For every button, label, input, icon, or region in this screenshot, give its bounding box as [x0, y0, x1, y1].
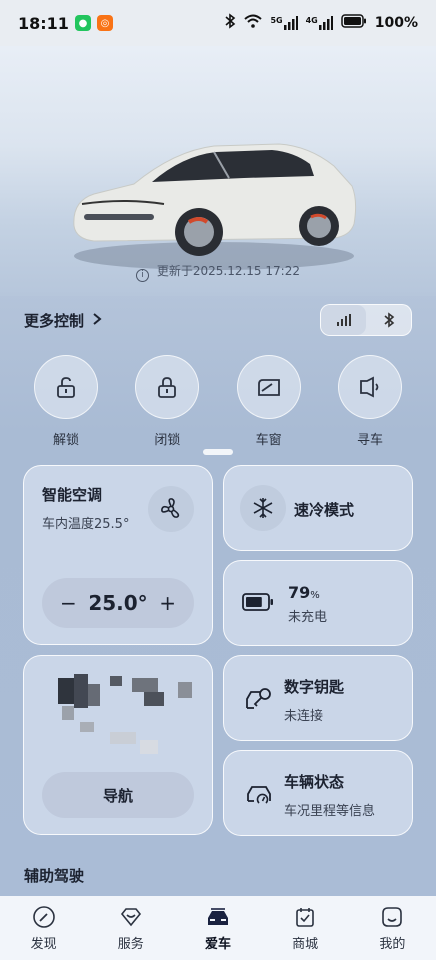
unlock-icon[interactable] [34, 355, 98, 419]
quick-action-label: 车窗 [255, 433, 282, 448]
bluetooth-icon [224, 13, 236, 33]
hero-area [0, 46, 436, 296]
clock: 18:11 [18, 13, 69, 33]
quick-action-lock[interactable]: 闭锁 [121, 355, 213, 448]
chevron-right-icon [92, 312, 102, 330]
app-notification-icon: ◎ [96, 15, 113, 31]
wechat-icon: ● [74, 15, 91, 31]
vehicle-status-card[interactable]: 车辆状态 车况里程等信息 [223, 750, 413, 836]
snowflake-icon [240, 485, 286, 531]
find-car-icon[interactable] [337, 355, 402, 419]
battery-percent-value: 79 [288, 583, 311, 602]
status-bar: 18:11 ● ◎ 5G 4G 100% [0, 0, 436, 46]
update-time-row: i 更新于2025.12.15 17:22 [0, 262, 436, 282]
quick-action-label: 闭锁 [154, 433, 181, 448]
compass-icon [32, 905, 55, 928]
vehicle-status-subtitle: 车况里程等信息 [284, 804, 376, 819]
tab-label: 我的 [379, 936, 406, 952]
tab-label: 爱车 [204, 936, 231, 952]
bottom-tab-bar: 发现 服务 爱车 商城 我的 [0, 896, 436, 960]
fan-icon[interactable] [148, 486, 194, 532]
fast-cool-title: 速冷模式 [294, 501, 355, 519]
vehicle-status-title: 车辆状态 [284, 773, 345, 791]
fast-cool-card[interactable]: 速冷模式 [223, 465, 413, 551]
quick-action-label: 解锁 [52, 433, 79, 448]
car-image[interactable] [64, 106, 364, 276]
info-icon: i [136, 269, 150, 282]
map-preview [40, 670, 200, 765]
vehicle-status-icon [247, 786, 271, 804]
climate-card[interactable]: 智能空调 车内温度25.5° − 25.0° + [23, 465, 213, 645]
quick-action-label: 寻车 [356, 433, 383, 448]
more-controls-link[interactable]: 更多控制 [24, 310, 102, 331]
charging-status: 未充电 [288, 610, 328, 625]
assisted-driving-heading: 辅助驾驶 [24, 867, 85, 885]
temperature-increase-button[interactable]: + [159, 591, 176, 615]
battery-level-icon [242, 593, 273, 611]
climate-subtitle: 车内温度25.5° [42, 517, 130, 532]
digital-key-status: 未连接 [284, 709, 324, 724]
page-indicator [203, 449, 233, 455]
bluetooth-toggle-icon[interactable] [366, 305, 411, 335]
mall-icon [296, 907, 314, 927]
navigation-card[interactable]: 导航 [23, 655, 213, 835]
profile-icon [382, 906, 403, 927]
tab-my-car[interactable]: 爱车 [188, 905, 248, 952]
car-icon [207, 907, 228, 925]
wifi-icon [244, 14, 263, 32]
tab-service[interactable]: 服务 [101, 905, 161, 952]
quick-action-window[interactable]: 车窗 [223, 355, 315, 448]
quick-action-find-car[interactable]: 寻车 [324, 355, 416, 448]
battery-percent: 100% [374, 15, 418, 31]
more-controls-label: 更多控制 [24, 312, 85, 330]
window-icon[interactable] [236, 355, 301, 419]
tab-profile[interactable]: 我的 [362, 905, 422, 952]
temperature-decrease-button[interactable]: − [60, 591, 77, 615]
cellular-signal-icon[interactable] [321, 305, 366, 335]
tab-label: 服务 [117, 936, 144, 952]
signal-4g-icon: 4G [306, 16, 333, 30]
digital-key-icon [246, 688, 271, 709]
lock-icon[interactable] [135, 355, 200, 419]
quick-actions: 解锁 闭锁 车窗 寻车 [20, 355, 416, 448]
digital-key-title: 数字钥匙 [284, 678, 345, 696]
service-icon [120, 907, 141, 926]
tab-label: 发现 [30, 936, 57, 952]
update-time-text: 更新于2025.12.15 17:22 [156, 264, 300, 278]
tab-discover[interactable]: 发现 [14, 905, 74, 952]
quick-action-unlock[interactable]: 解锁 [20, 355, 112, 448]
navigation-button[interactable]: 导航 [42, 772, 194, 818]
climate-title: 智能空调 [42, 486, 103, 504]
temperature-control: − 25.0° + [42, 578, 194, 628]
tab-mall[interactable]: 商城 [275, 905, 335, 952]
signal-5g-icon: 5G [270, 16, 298, 30]
temperature-value: 25.0° [88, 591, 148, 615]
connection-toggle[interactable] [320, 304, 412, 336]
battery-icon [340, 14, 367, 32]
tab-label: 商城 [292, 936, 319, 952]
battery-card[interactable]: 79% 未充电 [223, 560, 413, 646]
battery-percent-unit: % [310, 590, 320, 601]
digital-key-card[interactable]: 数字钥匙 未连接 [223, 655, 413, 741]
